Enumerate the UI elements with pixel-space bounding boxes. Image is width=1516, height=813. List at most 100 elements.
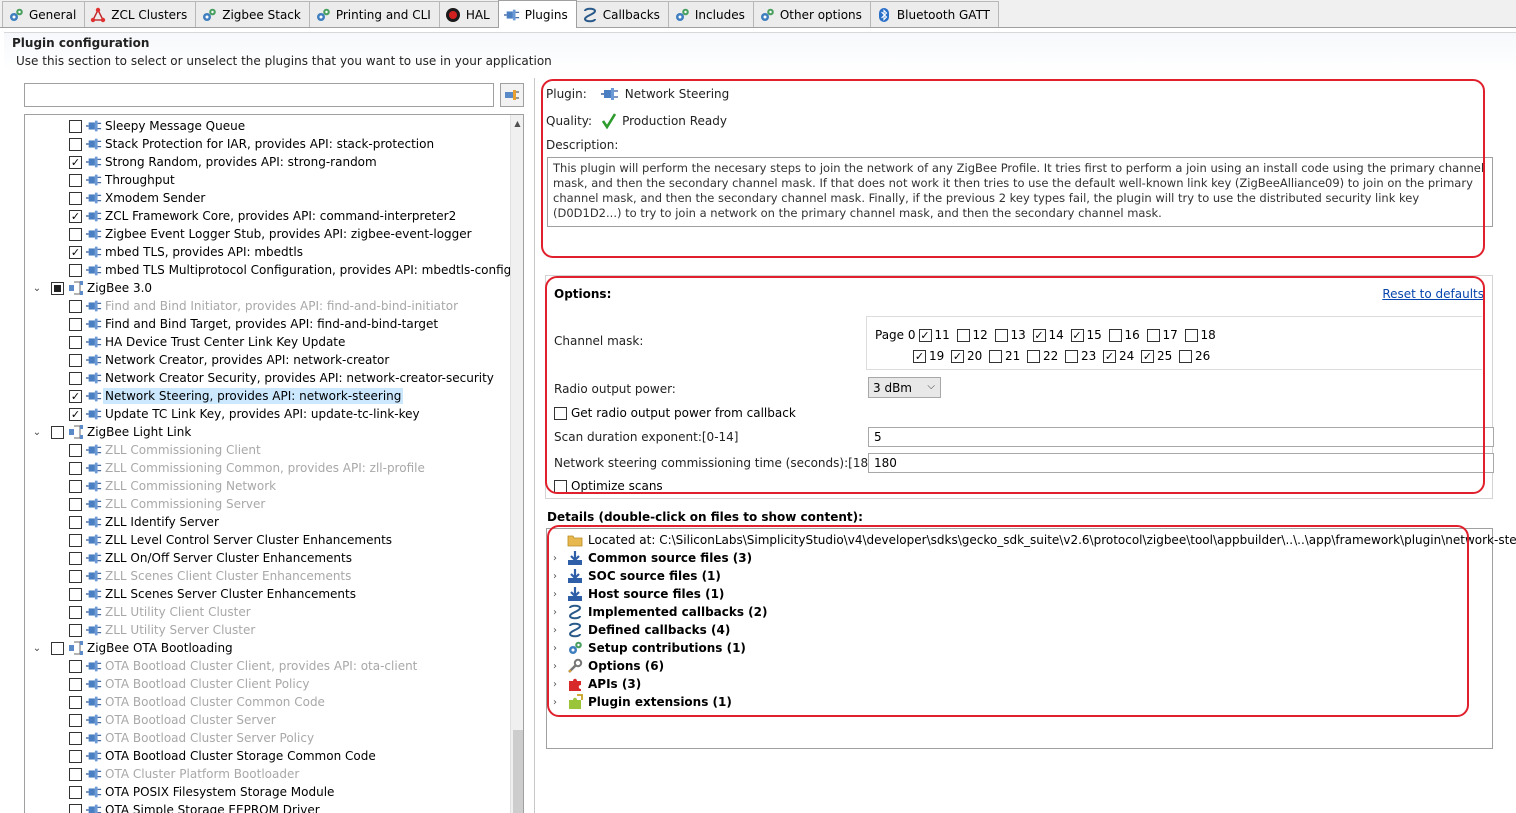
plugin-checkbox[interactable] bbox=[51, 425, 64, 439]
plugin-row[interactable]: ZLL Commissioning Server bbox=[25, 495, 509, 513]
plugin-row[interactable]: OTA Bootload Cluster Storage Common Code bbox=[25, 747, 509, 765]
plugin-row[interactable]: Network Creator Security, provides API: … bbox=[25, 369, 509, 387]
plugin-checkbox[interactable] bbox=[69, 623, 82, 637]
tab-includes[interactable]: Includes bbox=[667, 1, 754, 27]
plugin-checkbox[interactable] bbox=[69, 461, 82, 475]
plugin-row[interactable]: ✓ Network Steering, provides API: network… bbox=[25, 387, 509, 405]
plugin-checkbox[interactable]: ✓ bbox=[69, 407, 82, 421]
plugin-checkbox[interactable] bbox=[69, 515, 82, 529]
chevron-right-icon[interactable]: › bbox=[553, 607, 567, 618]
plugin-checkbox[interactable] bbox=[69, 263, 82, 277]
filter-options-button[interactable] bbox=[500, 83, 524, 107]
plugin-checkbox[interactable] bbox=[69, 497, 82, 511]
plugin-checkbox[interactable] bbox=[69, 299, 82, 313]
tab-zigbee-stack[interactable]: Zigbee Stack bbox=[195, 1, 310, 27]
chevron-right-icon[interactable]: › bbox=[553, 571, 567, 582]
plugin-checkbox[interactable] bbox=[69, 137, 82, 151]
plugin-checkbox[interactable] bbox=[69, 479, 82, 493]
channel-14-option[interactable]: ✓ 14 bbox=[1032, 328, 1071, 342]
plugin-row[interactable]: Find and Bind Target, provides API: find… bbox=[25, 315, 509, 333]
plugin-checkbox[interactable] bbox=[69, 749, 82, 763]
plugin-checkbox[interactable] bbox=[69, 677, 82, 691]
plugin-checkbox[interactable] bbox=[69, 317, 82, 331]
scroll-up-arrow-icon[interactable]: ▲ bbox=[511, 115, 523, 131]
channel-checkbox[interactable] bbox=[1065, 349, 1078, 363]
details-item[interactable]: Located at: C:\SiliconLabs\SimplicityStu… bbox=[553, 531, 1516, 549]
radio-power-select[interactable]: 3 dBm ⌵ bbox=[868, 377, 941, 398]
plugin-checkbox[interactable] bbox=[69, 443, 82, 457]
channel-checkbox[interactable]: ✓ bbox=[918, 328, 932, 342]
channel-checkbox[interactable]: ✓ bbox=[1141, 349, 1154, 363]
plugin-row[interactable]: mbed TLS Multiprotocol Configuration, pr… bbox=[25, 261, 523, 279]
details-item[interactable]: › Defined callbacks (4) bbox=[553, 621, 730, 639]
channel-checkbox[interactable] bbox=[994, 328, 1008, 342]
callback-power-option[interactable]: Get radio output power from callback bbox=[554, 406, 796, 420]
details-item[interactable]: › Plugin extensions (1) bbox=[553, 693, 732, 711]
plugin-checkbox[interactable]: ✓ bbox=[69, 155, 82, 169]
plugin-row[interactable]: Sleepy Message Queue bbox=[25, 117, 509, 135]
plugin-row[interactable]: OTA Cluster Platform Bootloader bbox=[25, 765, 509, 783]
plugin-checkbox[interactable] bbox=[69, 551, 82, 565]
channel-checkbox[interactable] bbox=[1027, 349, 1040, 363]
plugin-checkbox[interactable] bbox=[69, 227, 82, 241]
plugin-row[interactable]: Stack Protection for IAR, provides API: … bbox=[25, 135, 509, 153]
channel-12-option[interactable]: 12 bbox=[956, 328, 995, 342]
plugin-row[interactable]: OTA Bootload Cluster Server Policy bbox=[25, 729, 509, 747]
chevron-down-icon[interactable]: ⌄ bbox=[31, 426, 43, 438]
plugin-row[interactable]: ZLL Commissioning Network bbox=[25, 477, 509, 495]
plugin-group-row[interactable]: ⌄ ZigBee Light Link bbox=[25, 423, 509, 441]
plugin-row[interactable]: ZLL Scenes Client Cluster Enhancements bbox=[25, 567, 509, 585]
channel-checkbox[interactable]: ✓ bbox=[1070, 328, 1084, 342]
channel-checkbox[interactable]: ✓ bbox=[913, 349, 926, 363]
channel-checkbox[interactable] bbox=[1146, 328, 1160, 342]
chevron-right-icon[interactable]: › bbox=[553, 553, 567, 564]
plugin-checkbox[interactable] bbox=[69, 371, 82, 385]
channel-checkbox[interactable] bbox=[989, 349, 1002, 363]
plugin-row[interactable]: Throughput bbox=[25, 171, 509, 189]
tab-general[interactable]: General bbox=[2, 1, 86, 27]
plugin-row[interactable]: OTA Bootload Cluster Common Code bbox=[25, 693, 509, 711]
optimize-scans-checkbox[interactable] bbox=[554, 479, 567, 493]
channel-checkbox[interactable]: ✓ bbox=[1032, 328, 1046, 342]
channel-18-option[interactable]: 18 bbox=[1184, 328, 1223, 342]
channel-checkbox[interactable] bbox=[1108, 328, 1122, 342]
chevron-right-icon[interactable]: › bbox=[553, 643, 567, 654]
details-item[interactable]: › Setup contributions (1) bbox=[553, 639, 746, 657]
tab-bluetooth-gatt[interactable]: Bluetooth GATT bbox=[869, 1, 1000, 27]
channel-20-option[interactable]: ✓ 20 bbox=[951, 349, 989, 363]
plugin-checkbox[interactable] bbox=[51, 641, 64, 655]
channel-checkbox[interactable] bbox=[1179, 349, 1192, 363]
details-item[interactable]: › APIs (3) bbox=[553, 675, 641, 693]
plugin-checkbox[interactable] bbox=[69, 695, 82, 709]
plugin-checkbox[interactable] bbox=[69, 785, 82, 799]
plugin-row[interactable]: ZLL Identify Server bbox=[25, 513, 509, 531]
details-item[interactable]: › Implemented callbacks (2) bbox=[553, 603, 768, 621]
plugin-tree-scrollbar[interactable]: ▲ bbox=[510, 115, 523, 813]
plugin-checkbox[interactable]: ✓ bbox=[69, 389, 82, 403]
channel-checkbox[interactable]: ✓ bbox=[951, 349, 964, 363]
plugin-row[interactable]: OTA POSIX Filesystem Storage Module bbox=[25, 783, 509, 801]
plugin-checkbox[interactable] bbox=[69, 353, 82, 367]
plugin-row[interactable]: Zigbee Event Logger Stub, provides API: … bbox=[25, 225, 509, 243]
channel-checkbox[interactable]: ✓ bbox=[1103, 349, 1116, 363]
channel-22-option[interactable]: 22 bbox=[1027, 349, 1065, 363]
plugin-filter-input[interactable] bbox=[24, 83, 494, 107]
chevron-down-icon[interactable]: ⌄ bbox=[31, 642, 43, 654]
chevron-down-icon[interactable]: ⌄ bbox=[31, 282, 43, 294]
callback-power-checkbox[interactable] bbox=[554, 406, 567, 420]
channel-17-option[interactable]: 17 bbox=[1146, 328, 1185, 342]
plugin-row[interactable]: ZLL Commissioning Client bbox=[25, 441, 509, 459]
plugin-row[interactable]: ZLL On/Off Server Cluster Enhancements bbox=[25, 549, 509, 567]
plugin-row[interactable]: ✓ Strong Random, provides API: strong-ran… bbox=[25, 153, 509, 171]
plugin-row[interactable]: ZLL Utility Server Cluster bbox=[25, 621, 509, 639]
plugin-checkbox[interactable] bbox=[51, 281, 64, 295]
reset-to-defaults-link[interactable]: Reset to defaults bbox=[1382, 287, 1484, 301]
chevron-right-icon[interactable]: › bbox=[553, 679, 567, 690]
plugin-checkbox[interactable] bbox=[69, 659, 82, 673]
plugin-checkbox[interactable] bbox=[69, 731, 82, 745]
plugin-checkbox[interactable]: ✓ bbox=[69, 245, 82, 259]
channel-23-option[interactable]: 23 bbox=[1065, 349, 1103, 363]
tab-zcl-clusters[interactable]: ZCL Clusters bbox=[84, 1, 197, 27]
chevron-right-icon[interactable]: › bbox=[553, 625, 567, 636]
plugin-checkbox[interactable] bbox=[69, 533, 82, 547]
